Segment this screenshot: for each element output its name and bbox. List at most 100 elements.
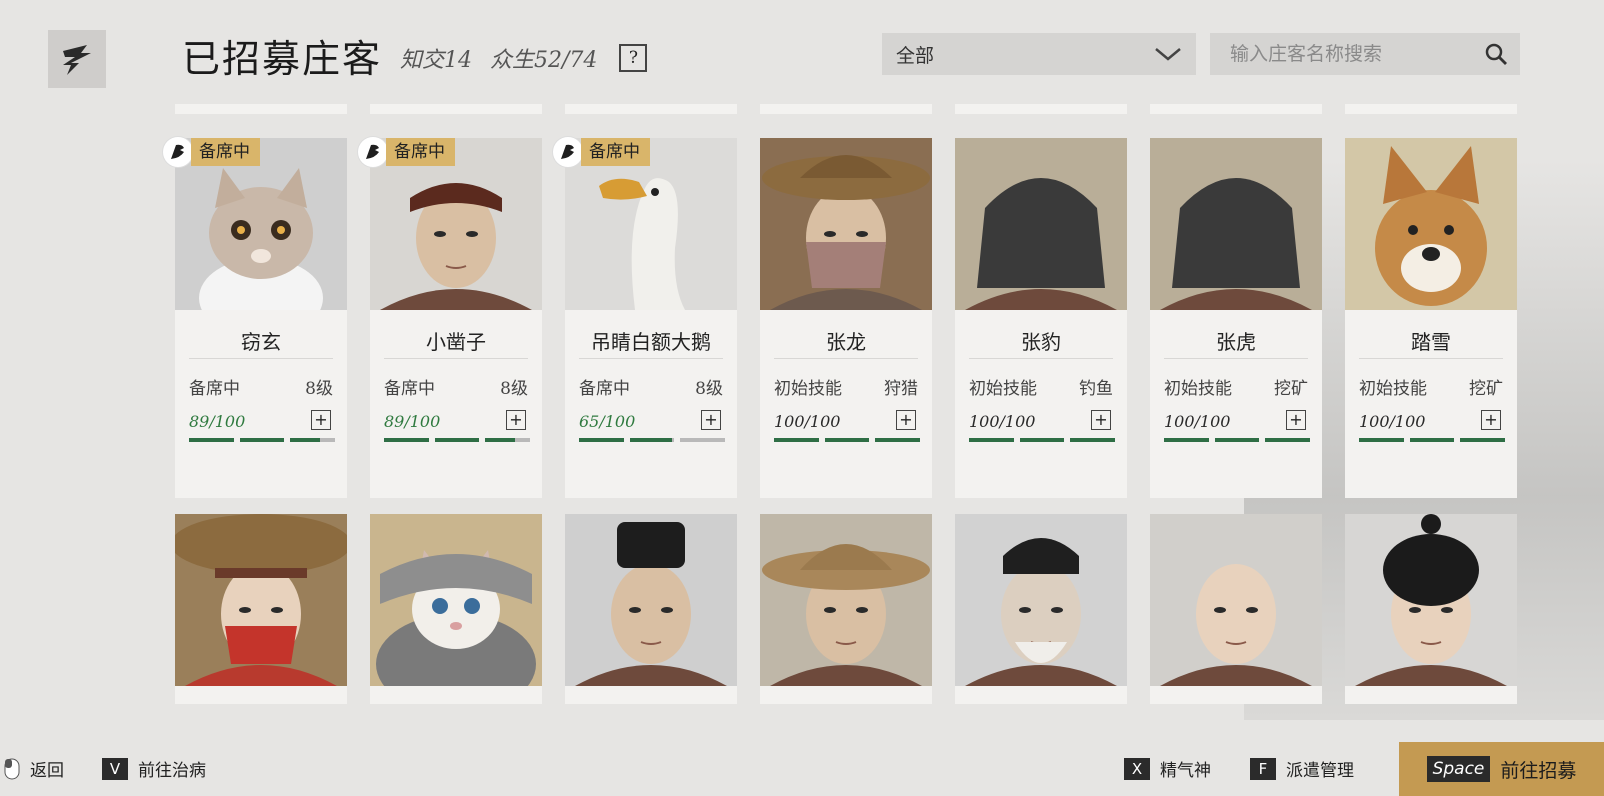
companion-level-skill: 8级	[500, 379, 528, 399]
help-button[interactable]: ?	[619, 44, 648, 72]
badge-label: 备席中	[191, 138, 260, 166]
chevron-down-icon	[1155, 48, 1181, 61]
heal-action[interactable]: V 前往治病	[102, 756, 206, 781]
card-divider	[189, 358, 333, 359]
companion-portrait	[760, 514, 932, 686]
vitality-bar	[189, 438, 336, 442]
add-vitality-button[interactable]: +	[506, 410, 526, 430]
companion-card[interactable]: 备席中 小凿子 备席中 8级 89/100 +	[358, 137, 542, 498]
companion-card[interactable]	[175, 514, 347, 704]
vitality-value: 65/100	[579, 412, 636, 431]
search-input[interactable]	[1228, 42, 1472, 66]
game-logo-icon[interactable]	[48, 30, 106, 88]
search-box[interactable]	[1210, 33, 1520, 75]
back-action[interactable]: 返回	[4, 756, 64, 781]
dispatch-action[interactable]: F 派遣管理	[1250, 756, 1354, 781]
add-vitality-button[interactable]: +	[311, 410, 331, 430]
vitality-bar-segment	[434, 438, 480, 442]
vitality-bar-segment	[290, 438, 336, 442]
companion-status: 初始技能	[774, 379, 842, 399]
energy-key: X	[1124, 757, 1150, 780]
companion-level-skill: 8级	[695, 379, 723, 399]
vitality-bar-segment	[579, 438, 624, 442]
companion-card[interactable]: 备席中 窃玄 备席中 8级 89/100 +	[163, 137, 347, 498]
badge-label: 备席中	[581, 138, 650, 166]
badge-label: 备席中	[386, 138, 455, 166]
companion-portrait	[370, 514, 542, 704]
companion-name: 张龙	[826, 330, 866, 354]
scrolled-card-edge	[760, 104, 932, 114]
companion-card[interactable]	[370, 514, 542, 704]
vitality-bar-segment	[1164, 438, 1209, 442]
page-title: 已招募庄客	[182, 37, 383, 81]
card-divider	[1164, 358, 1308, 359]
vitality-bar	[1359, 438, 1506, 442]
companion-card[interactable]: 张龙初始技能 狩猎 100/100 +	[760, 138, 932, 498]
recruit-counts: 知交14 众生52/74 ?	[400, 42, 648, 74]
companion-level-skill: 8级	[305, 379, 333, 399]
footer-bar: 返回 V 前往治病 X 精气神 F 派遣管理 Space 前往招募	[0, 740, 1604, 796]
vitality-bar-segment	[485, 438, 531, 442]
on-duty-badge: 备席中	[553, 137, 650, 167]
recruit-button[interactable]: Space 前往招募	[1399, 742, 1604, 796]
vitality-bar-segment	[680, 438, 726, 442]
dispatch-label: 派遣管理	[1286, 761, 1354, 781]
vitality-bar-segment	[1359, 438, 1404, 442]
companion-card[interactable]: 张虎 初始技能 挖矿 100/100 +	[1150, 138, 1322, 498]
companion-portrait	[1345, 138, 1517, 310]
companion-name: 张豹	[1021, 330, 1061, 354]
companion-card[interactable]: 踏雪 初始技能 挖矿 100/100 +	[1345, 138, 1517, 498]
companion-card[interactable]: 备席中 吊睛白额大鹅 备席中 8级 65/100 +	[553, 137, 737, 498]
companion-level-skill: 挖矿	[1274, 379, 1308, 399]
category-filter-dropdown[interactable]: 全部	[882, 33, 1196, 75]
companion-portrait	[760, 138, 932, 310]
vitality-value: 100/100	[1164, 412, 1231, 431]
companion-card[interactable]: 张豹 初始技能 钓鱼 100/100 +	[955, 138, 1127, 498]
card-divider	[774, 358, 918, 359]
companion-portrait	[565, 514, 737, 686]
add-vitality-button[interactable]: +	[1091, 410, 1111, 430]
companion-level-skill: 挖矿	[1469, 379, 1503, 399]
beings-count: 众生52/74	[490, 48, 598, 73]
recruit-key: Space	[1426, 756, 1491, 782]
companion-name: 踏雪	[1411, 330, 1451, 354]
companion-card[interactable]	[760, 514, 932, 704]
search-icon[interactable]	[1484, 42, 1508, 66]
energy-action[interactable]: X 精气神	[1124, 756, 1211, 781]
companion-portrait	[175, 514, 347, 686]
vitality-bar	[579, 438, 726, 442]
energy-label: 精气神	[1160, 761, 1211, 781]
recruit-label: 前往招募	[1500, 759, 1577, 782]
add-vitality-button[interactable]: +	[701, 410, 721, 430]
companion-card[interactable]	[565, 514, 737, 704]
vitality-value: 100/100	[774, 412, 841, 431]
companion-level-skill: 狩猎	[884, 379, 918, 399]
dispatch-key: F	[1250, 757, 1276, 780]
companion-card[interactable]	[1150, 514, 1322, 704]
friends-count: 知交14	[400, 48, 472, 73]
companion-card[interactable]	[955, 514, 1127, 704]
companion-portrait	[1150, 138, 1322, 310]
heal-label: 前往治病	[138, 761, 206, 781]
banner-icon	[163, 137, 193, 167]
vitality-bar-segment	[824, 438, 870, 442]
scrolled-card-edge	[955, 104, 1127, 114]
companion-name: 小凿子	[426, 330, 486, 354]
vitality-value: 89/100	[189, 412, 246, 431]
vitality-bar-segment	[1265, 438, 1311, 442]
mouse-icon	[4, 758, 20, 779]
on-duty-badge: 备席中	[163, 137, 260, 167]
add-vitality-button[interactable]: +	[1481, 410, 1501, 430]
companion-portrait	[955, 514, 1127, 686]
vitality-bar	[384, 438, 531, 442]
vitality-bar-segment	[969, 438, 1014, 442]
companion-name: 吊睛白额大鹅	[591, 330, 711, 354]
companion-status: 备席中	[579, 379, 630, 399]
vitality-bar-segment	[774, 438, 819, 442]
companion-card[interactable]	[1345, 514, 1517, 704]
scrolled-card-edge	[565, 104, 737, 114]
vitality-value: 100/100	[1359, 412, 1426, 431]
on-duty-badge: 备席中	[358, 137, 455, 167]
add-vitality-button[interactable]: +	[896, 410, 916, 430]
add-vitality-button[interactable]: +	[1286, 410, 1306, 430]
